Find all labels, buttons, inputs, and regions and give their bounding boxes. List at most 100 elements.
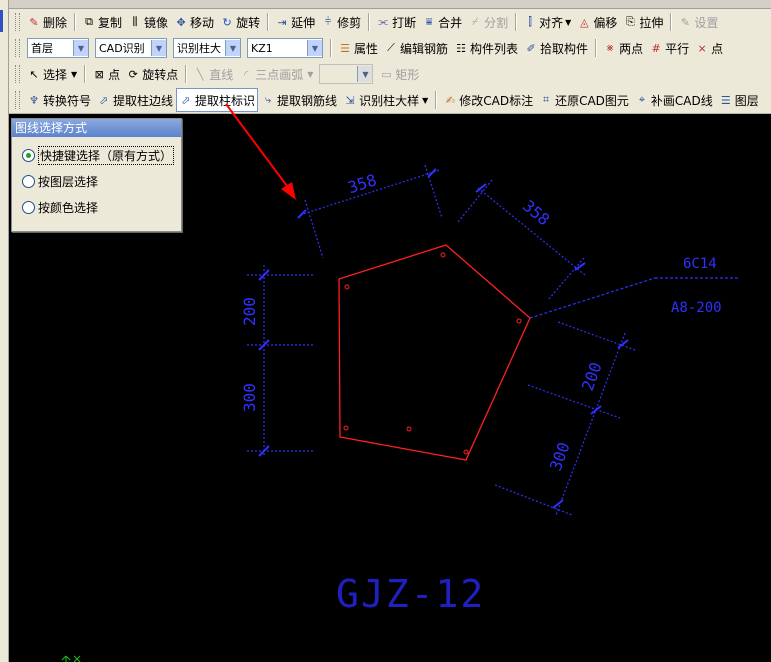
cad-recognize-toolbar: ♆ 转换符号 ⬀ 提取柱边线 ⬀ 提取柱标识 ⤷ 提取钢筋线 ⇲ 识别柱大样 ▼ ✍ 修改CA… (9, 87, 771, 114)
move-button[interactable]: ✥ 移动 (171, 11, 217, 33)
draw-mode-select[interactable]: ▼ (319, 64, 374, 84)
toolbar-grip[interactable] (15, 39, 20, 57)
restore-cad-button[interactable]: ⌗ 还原CAD图元 (536, 89, 632, 111)
point-box-icon: ⊠ (94, 67, 104, 81)
trim-icon: ⫩ (324, 15, 332, 28)
top-menu-strip (0, 0, 771, 9)
cursor-icon: ↖ (29, 67, 39, 81)
floor-select[interactable]: 首层 ▼ (27, 38, 89, 58)
merge-icon: ⩸ (425, 15, 433, 28)
panel-title: 图线选择方式 (12, 119, 181, 137)
parallel-button[interactable]: # 平行 (646, 37, 692, 59)
extract-col-edge-button[interactable]: ⬀ 提取柱边线 (94, 89, 176, 111)
point-button[interactable]: ⊠ 点 (89, 63, 123, 85)
break-icon: ⫘ (378, 15, 389, 28)
recognize-icon: ⇲ (345, 93, 355, 107)
dropdown-arrow-icon: ▼ (565, 17, 572, 27)
delete-button[interactable]: ✎ 删除 (24, 11, 70, 33)
separator (330, 39, 331, 57)
chevron-down-icon: ▼ (357, 66, 373, 82)
line-button[interactable]: ╲ 直线 (190, 63, 236, 85)
align-button[interactable]: ⫿ 对齐 ▼ (520, 11, 574, 33)
rotate-point-icon: ⟳ (128, 67, 138, 81)
separator (368, 13, 370, 31)
layer-button[interactable]: ☰ 图层 (716, 89, 762, 111)
separator (670, 13, 672, 31)
three-point-arc-button[interactable]: ◜ 三点画弧 ▼ (236, 63, 316, 85)
separator (515, 13, 517, 31)
draw-toolbar: ↖ 选择 ▼ ⊠ 点 ⟳ 旋转点 ╲ 直线 ◜ 三点画弧 ▼ ▼ ▭ 矩形 (9, 61, 771, 88)
rectangle-button[interactable]: ▭ 矩形 (376, 63, 422, 85)
toolbar-grip[interactable] (15, 91, 20, 109)
convert-icon: ♆ (29, 93, 39, 107)
radio-icon (22, 200, 35, 214)
copy-button[interactable]: ⧉ 复制 (79, 11, 125, 33)
offset-button[interactable]: ◬ 偏移 (574, 11, 620, 33)
move-icon: ✥ (176, 15, 186, 29)
layer-icon: ☰ (720, 93, 731, 107)
stretch-icon: ⎘ (625, 15, 635, 28)
dropdown-arrow-icon: ▼ (307, 69, 314, 79)
separator (435, 91, 437, 109)
settings-icon: ✎ (680, 15, 690, 29)
restore-icon: ⌗ (542, 93, 550, 106)
rebar-line-icon: ⤷ (264, 93, 272, 106)
rotate-icon: ↻ (222, 15, 232, 29)
extract-edge-icon: ⬀ (99, 93, 109, 107)
merge-button[interactable]: ⩸ 合并 (419, 11, 465, 33)
toolbar-grip[interactable] (15, 13, 20, 31)
extract-col-label-button[interactable]: ⬀ 提取柱标识 (176, 88, 259, 112)
chevron-down-icon: ▼ (307, 40, 322, 56)
trim-button[interactable]: ⫩ 修剪 (318, 11, 364, 33)
draw-line-icon: ⌖ (638, 93, 646, 106)
offset-icon: ◬ (580, 15, 589, 29)
option-by-layer[interactable]: 按图层选择 (22, 171, 181, 191)
pick-component-button[interactable]: ✐ 拾取构件 (521, 37, 591, 59)
settings-button[interactable]: ✎ 设置 (675, 11, 721, 33)
separator (74, 13, 76, 31)
mirror-button[interactable]: ⫼ 镜像 (125, 11, 171, 33)
stretch-button[interactable]: ⎘ 拉伸 (620, 11, 666, 33)
split-icon: ⌿ (471, 15, 479, 28)
radio-checked-icon (22, 148, 35, 162)
recognize-mode-select[interactable]: 识别柱大 ▼ (173, 38, 241, 58)
modify-cad-label-button[interactable]: ✍ 修改CAD标注 (440, 89, 536, 111)
pick-icon: ✐ (526, 41, 536, 55)
eraser-icon: ✎ (29, 15, 39, 29)
two-points-icon: ⨳ (606, 41, 614, 54)
select-button[interactable]: ↖ 选择 ▼ (24, 63, 80, 85)
chevron-down-icon: ▼ (151, 40, 166, 56)
separator (84, 65, 86, 83)
break-button[interactable]: ⫘ 打断 (373, 11, 419, 33)
modify-label-icon: ✍ (445, 93, 455, 107)
separator (595, 39, 597, 57)
point-angle-button[interactable]: ⨯ 点 (692, 37, 726, 59)
chevron-down-icon: ▼ (73, 40, 88, 56)
convert-symbol-button[interactable]: ♆ 转换符号 (24, 89, 94, 111)
rectangle-icon: ▭ (381, 67, 392, 81)
extract-rebar-line-button[interactable]: ⤷ 提取钢筋线 (258, 89, 340, 111)
left-dock-strip (0, 0, 9, 662)
extend-button[interactable]: ⇥ 延伸 (272, 11, 318, 33)
line-icon: ╲ (196, 67, 204, 81)
draw-cad-line-button[interactable]: ⌖ 补画CAD线 (632, 89, 716, 111)
rotate-button[interactable]: ↻ 旋转 (217, 11, 263, 33)
rotate-point-button[interactable]: ⟳ 旋转点 (123, 63, 181, 85)
recognize-col-detail-button[interactable]: ⇲ 识别柱大样 ▼ (340, 89, 431, 111)
mirror-icon: ⫼ (132, 15, 138, 28)
component-type-select[interactable]: CAD识别 ▼ (95, 38, 167, 58)
option-by-color[interactable]: 按颜色选择 (22, 197, 181, 217)
separator (185, 65, 187, 83)
split-button[interactable]: ⌿ 分割 (465, 11, 511, 33)
toolbar-grip[interactable] (15, 65, 20, 83)
component-name-select[interactable]: KZ1 ▼ (247, 38, 323, 58)
two-points-button[interactable]: ⨳ 两点 (600, 37, 646, 59)
component-list-button[interactable]: ☷ 构件列表 (451, 37, 521, 59)
radio-icon (22, 174, 35, 188)
edit-rebar-button[interactable]: ⟋ 编辑钢筋 (381, 37, 451, 59)
align-icon: ⫿ (528, 15, 532, 28)
properties-button[interactable]: ☰ 属性 (335, 37, 381, 59)
option-shortcut-select[interactable]: 快捷键选择（原有方式） (22, 145, 181, 165)
parallel-icon: # (651, 41, 661, 55)
arc-icon: ◜ (244, 67, 249, 81)
